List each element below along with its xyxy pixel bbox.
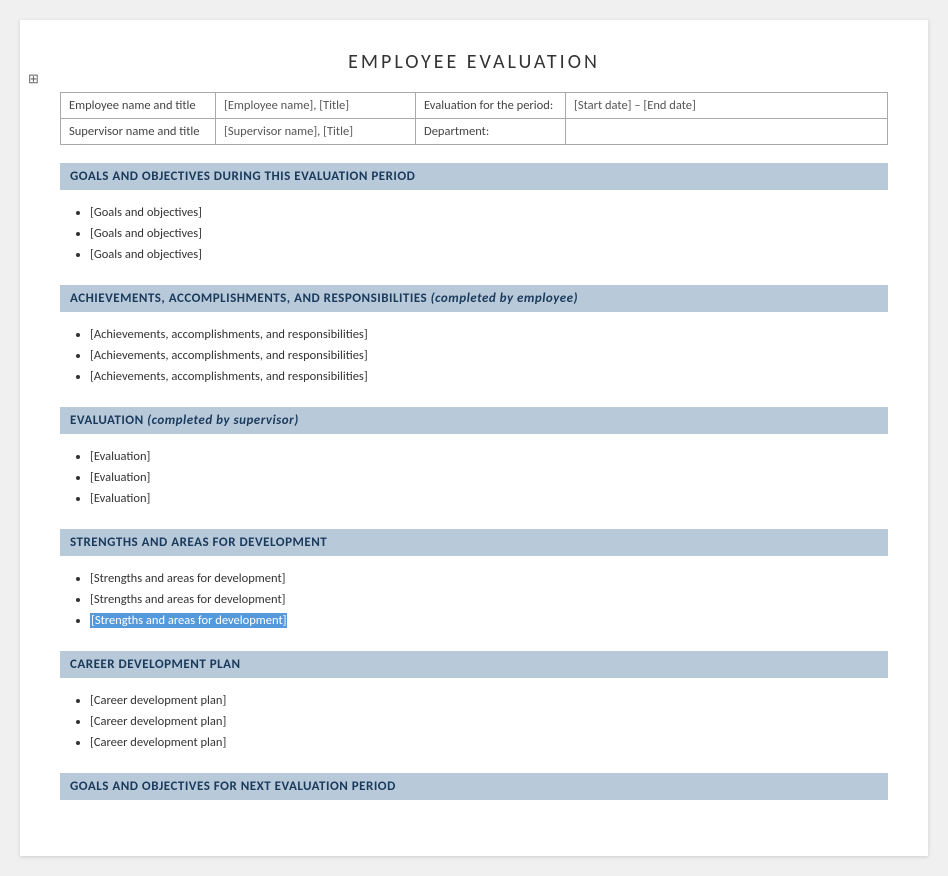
period-label: Evaluation for the period: <box>416 93 566 119</box>
list-item[interactable]: [Career development plan] <box>90 732 888 753</box>
department-label: Department: <box>416 119 566 145</box>
section-list-career: [Career development plan][Career develop… <box>90 686 888 757</box>
list-item[interactable]: [Achievements, accomplishments, and resp… <box>90 324 888 345</box>
list-item[interactable]: [Strengths and areas for development] <box>90 610 888 631</box>
page: ⊞ EMPLOYEE EVALUATION Employee name and … <box>20 20 928 856</box>
section-list-evaluation: [Evaluation][Evaluation][Evaluation] <box>90 442 888 513</box>
section-goals: GOALS AND OBJECTIVES DURING THIS EVALUAT… <box>60 163 888 269</box>
section-header-italic-achievements: (completed by employee) <box>431 291 578 306</box>
section-list-goals: [Goals and objectives][Goals and objecti… <box>90 198 888 269</box>
section-header-evaluation: EVALUATION (completed by supervisor) <box>60 407 888 434</box>
section-header-goals: GOALS AND OBJECTIVES DURING THIS EVALUAT… <box>60 163 888 190</box>
table-expand-icon[interactable]: ⊞ <box>28 72 39 87</box>
list-item[interactable]: [Goals and objectives] <box>90 202 888 223</box>
list-item[interactable]: [Strengths and areas for development] <box>90 568 888 589</box>
info-table: Employee name and title [Employee name],… <box>60 92 888 145</box>
section-career: CAREER DEVELOPMENT PLAN [Career developme… <box>60 651 888 757</box>
list-item[interactable]: [Achievements, accomplishments, and resp… <box>90 345 888 366</box>
page-title: EMPLOYEE EVALUATION <box>60 50 888 74</box>
period-value[interactable]: [Start date] – [End date] <box>566 93 888 119</box>
supervisor-label: Supervisor name and title <box>61 119 216 145</box>
list-item[interactable]: [Goals and objectives] <box>90 244 888 265</box>
list-item[interactable]: [Career development plan] <box>90 690 888 711</box>
section-header-italic-evaluation: (completed by supervisor) <box>147 413 299 428</box>
section-list-strengths: [Strengths and areas for development][St… <box>90 564 888 635</box>
list-item[interactable]: [Evaluation] <box>90 446 888 467</box>
section-next_goals: GOALS AND OBJECTIVES FOR NEXT EVALUATION… <box>60 773 888 800</box>
section-header-strengths: STRENGTHS AND AREAS FOR DEVELOPMENT <box>60 529 888 556</box>
list-item[interactable]: [Evaluation] <box>90 467 888 488</box>
list-item[interactable]: [Goals and objectives] <box>90 223 888 244</box>
list-item[interactable]: [Evaluation] <box>90 488 888 509</box>
list-item[interactable]: [Achievements, accomplishments, and resp… <box>90 366 888 387</box>
section-strengths: STRENGTHS AND AREAS FOR DEVELOPMENT [Stre… <box>60 529 888 635</box>
section-header-plain-evaluation: EVALUATION <box>70 413 147 428</box>
section-evaluation: EVALUATION (completed by supervisor) [Eva… <box>60 407 888 513</box>
table-row: Employee name and title [Employee name],… <box>61 93 888 119</box>
section-header-plain-achievements: ACHIEVEMENTS, ACCOMPLISHMENTS, AND RESPO… <box>70 291 431 306</box>
employee-value[interactable]: [Employee name], [Title] <box>216 93 416 119</box>
employee-label: Employee name and title <box>61 93 216 119</box>
list-item[interactable]: [Strengths and areas for development] <box>90 589 888 610</box>
section-list-achievements: [Achievements, accomplishments, and resp… <box>90 320 888 391</box>
section-header-next_goals: GOALS AND OBJECTIVES FOR NEXT EVALUATION… <box>60 773 888 800</box>
table-row: Supervisor name and title [Supervisor na… <box>61 119 888 145</box>
supervisor-value[interactable]: [Supervisor name], [Title] <box>216 119 416 145</box>
section-achievements: ACHIEVEMENTS, ACCOMPLISHMENTS, AND RESPO… <box>60 285 888 391</box>
department-value[interactable] <box>566 119 888 145</box>
section-header-achievements: ACHIEVEMENTS, ACCOMPLISHMENTS, AND RESPO… <box>60 285 888 312</box>
section-header-career: CAREER DEVELOPMENT PLAN <box>60 651 888 678</box>
list-item[interactable]: [Career development plan] <box>90 711 888 732</box>
sections-container: GOALS AND OBJECTIVES DURING THIS EVALUAT… <box>60 163 888 800</box>
